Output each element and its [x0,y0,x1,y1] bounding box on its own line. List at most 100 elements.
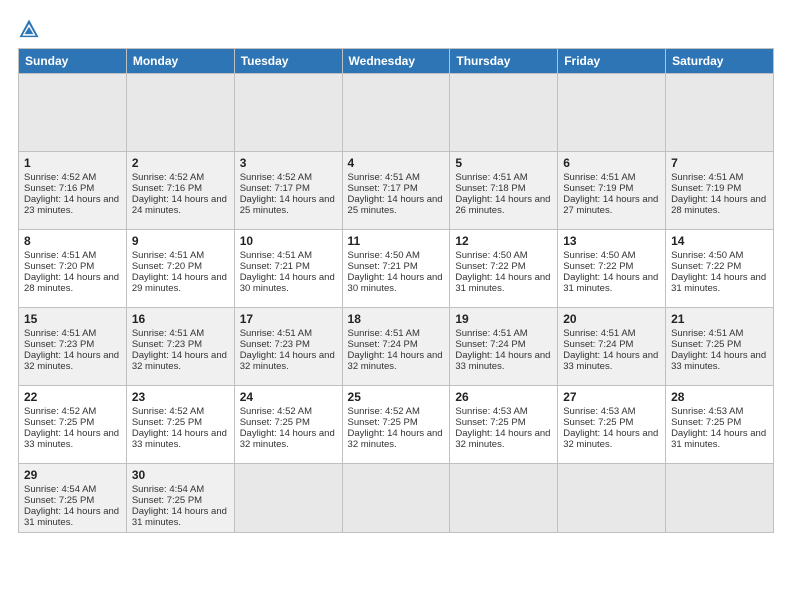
sunrise-time: Sunrise: 4:54 AM [24,484,121,495]
calendar-header-row: SundayMondayTuesdayWednesdayThursdayFrid… [19,49,774,74]
day-number: 24 [240,390,337,404]
day-number: 5 [455,156,552,170]
sunset-time: Sunset: 7:25 PM [24,495,121,506]
day-number: 9 [132,234,229,248]
daylight-hours: Daylight: 14 hours and 32 minutes. [348,350,445,372]
calendar-cell [234,464,342,533]
daylight-hours: Daylight: 14 hours and 28 minutes. [671,194,768,216]
day-number: 28 [671,390,768,404]
day-header-monday: Monday [126,49,234,74]
day-number: 26 [455,390,552,404]
sunrise-time: Sunrise: 4:50 AM [671,250,768,261]
day-number: 17 [240,312,337,326]
sunrise-time: Sunrise: 4:54 AM [132,484,229,495]
sunrise-time: Sunrise: 4:51 AM [563,172,660,183]
sunset-time: Sunset: 7:17 PM [348,183,445,194]
calendar-cell: 2Sunrise: 4:52 AMSunset: 7:16 PMDaylight… [126,152,234,230]
daylight-hours: Daylight: 14 hours and 25 minutes. [348,194,445,216]
sunset-time: Sunset: 7:24 PM [348,339,445,350]
sunrise-time: Sunrise: 4:50 AM [563,250,660,261]
daylight-hours: Daylight: 14 hours and 33 minutes. [132,428,229,450]
calendar: SundayMondayTuesdayWednesdayThursdayFrid… [18,48,774,533]
sunset-time: Sunset: 7:25 PM [671,339,768,350]
calendar-cell [234,74,342,152]
daylight-hours: Daylight: 14 hours and 32 minutes. [240,428,337,450]
daylight-hours: Daylight: 14 hours and 24 minutes. [132,194,229,216]
calendar-cell: 25Sunrise: 4:52 AMSunset: 7:25 PMDayligh… [342,386,450,464]
day-number: 15 [24,312,121,326]
day-header-wednesday: Wednesday [342,49,450,74]
calendar-cell: 3Sunrise: 4:52 AMSunset: 7:17 PMDaylight… [234,152,342,230]
calendar-cell [342,464,450,533]
sunrise-time: Sunrise: 4:51 AM [132,328,229,339]
calendar-cell: 24Sunrise: 4:52 AMSunset: 7:25 PMDayligh… [234,386,342,464]
day-header-friday: Friday [558,49,666,74]
day-number: 22 [24,390,121,404]
calendar-cell: 6Sunrise: 4:51 AMSunset: 7:19 PMDaylight… [558,152,666,230]
daylight-hours: Daylight: 14 hours and 33 minutes. [24,428,121,450]
calendar-cell: 12Sunrise: 4:50 AMSunset: 7:22 PMDayligh… [450,230,558,308]
day-number: 12 [455,234,552,248]
daylight-hours: Daylight: 14 hours and 31 minutes. [455,272,552,294]
day-number: 25 [348,390,445,404]
calendar-cell [450,74,558,152]
calendar-cell: 9Sunrise: 4:51 AMSunset: 7:20 PMDaylight… [126,230,234,308]
day-number: 6 [563,156,660,170]
calendar-week-row: 22Sunrise: 4:52 AMSunset: 7:25 PMDayligh… [19,386,774,464]
day-number: 7 [671,156,768,170]
sunrise-time: Sunrise: 4:51 AM [563,328,660,339]
daylight-hours: Daylight: 14 hours and 31 minutes. [671,428,768,450]
calendar-week-row: 15Sunrise: 4:51 AMSunset: 7:23 PMDayligh… [19,308,774,386]
sunrise-time: Sunrise: 4:51 AM [455,328,552,339]
calendar-cell: 8Sunrise: 4:51 AMSunset: 7:20 PMDaylight… [19,230,127,308]
sunset-time: Sunset: 7:16 PM [24,183,121,194]
sunrise-time: Sunrise: 4:51 AM [24,328,121,339]
sunset-time: Sunset: 7:25 PM [24,417,121,428]
daylight-hours: Daylight: 14 hours and 25 minutes. [240,194,337,216]
sunset-time: Sunset: 7:23 PM [240,339,337,350]
calendar-cell: 26Sunrise: 4:53 AMSunset: 7:25 PMDayligh… [450,386,558,464]
day-number: 8 [24,234,121,248]
daylight-hours: Daylight: 14 hours and 31 minutes. [24,506,121,528]
calendar-week-row: 1Sunrise: 4:52 AMSunset: 7:16 PMDaylight… [19,152,774,230]
day-header-thursday: Thursday [450,49,558,74]
calendar-cell: 1Sunrise: 4:52 AMSunset: 7:16 PMDaylight… [19,152,127,230]
calendar-cell: 14Sunrise: 4:50 AMSunset: 7:22 PMDayligh… [666,230,774,308]
logo [18,18,44,40]
calendar-cell: 11Sunrise: 4:50 AMSunset: 7:21 PMDayligh… [342,230,450,308]
sunset-time: Sunset: 7:20 PM [24,261,121,272]
calendar-cell: 16Sunrise: 4:51 AMSunset: 7:23 PMDayligh… [126,308,234,386]
calendar-cell: 21 Sunrise: 4:51 AMSunset: 7:25 PMDayligh… [666,308,774,386]
sunset-time: Sunset: 7:21 PM [348,261,445,272]
sunrise-time: Sunrise: 4:51 AM [24,250,121,261]
header [18,18,774,40]
daylight-hours: Daylight: 14 hours and 32 minutes. [132,350,229,372]
daylight-hours: Daylight: 14 hours and 33 minutes. [563,350,660,372]
calendar-cell: 5Sunrise: 4:51 AMSunset: 7:18 PMDaylight… [450,152,558,230]
calendar-cell: 20Sunrise: 4:51 AMSunset: 7:24 PMDayligh… [558,308,666,386]
logo-icon [18,18,40,40]
calendar-cell: 19Sunrise: 4:51 AMSunset: 7:24 PMDayligh… [450,308,558,386]
day-number: 14 [671,234,768,248]
sunrise-time: Sunrise: 4:51 AM [671,172,768,183]
sunset-time: Sunset: 7:21 PM [240,261,337,272]
calendar-cell [666,464,774,533]
calendar-cell [126,74,234,152]
sunset-time: Sunset: 7:25 PM [563,417,660,428]
sunset-time: Sunset: 7:24 PM [455,339,552,350]
sunrise-time: Sunrise: 4:53 AM [671,406,768,417]
calendar-cell: 30Sunrise: 4:54 AMSunset: 7:25 PMDayligh… [126,464,234,533]
day-number: 3 [240,156,337,170]
daylight-hours: Daylight: 14 hours and 33 minutes. [671,350,768,372]
day-number: 19 [455,312,552,326]
sunrise-time: Sunrise: 4:51 AM [240,328,337,339]
daylight-hours: Daylight: 14 hours and 32 minutes. [24,350,121,372]
calendar-week-row: 8 Sunrise: 4:51 AMSunset: 7:20 PM Daylight… [19,230,774,308]
sunset-time: Sunset: 7:25 PM [132,417,229,428]
day-number: 4 [348,156,445,170]
calendar-cell: 29Sunrise: 4:54 AMSunset: 7:25 PMDayligh… [19,464,127,533]
day-number: 2 [132,156,229,170]
sunset-time: Sunset: 7:25 PM [455,417,552,428]
day-number: 21 [671,312,768,326]
sunrise-time: Sunrise: 4:51 AM [671,328,768,339]
